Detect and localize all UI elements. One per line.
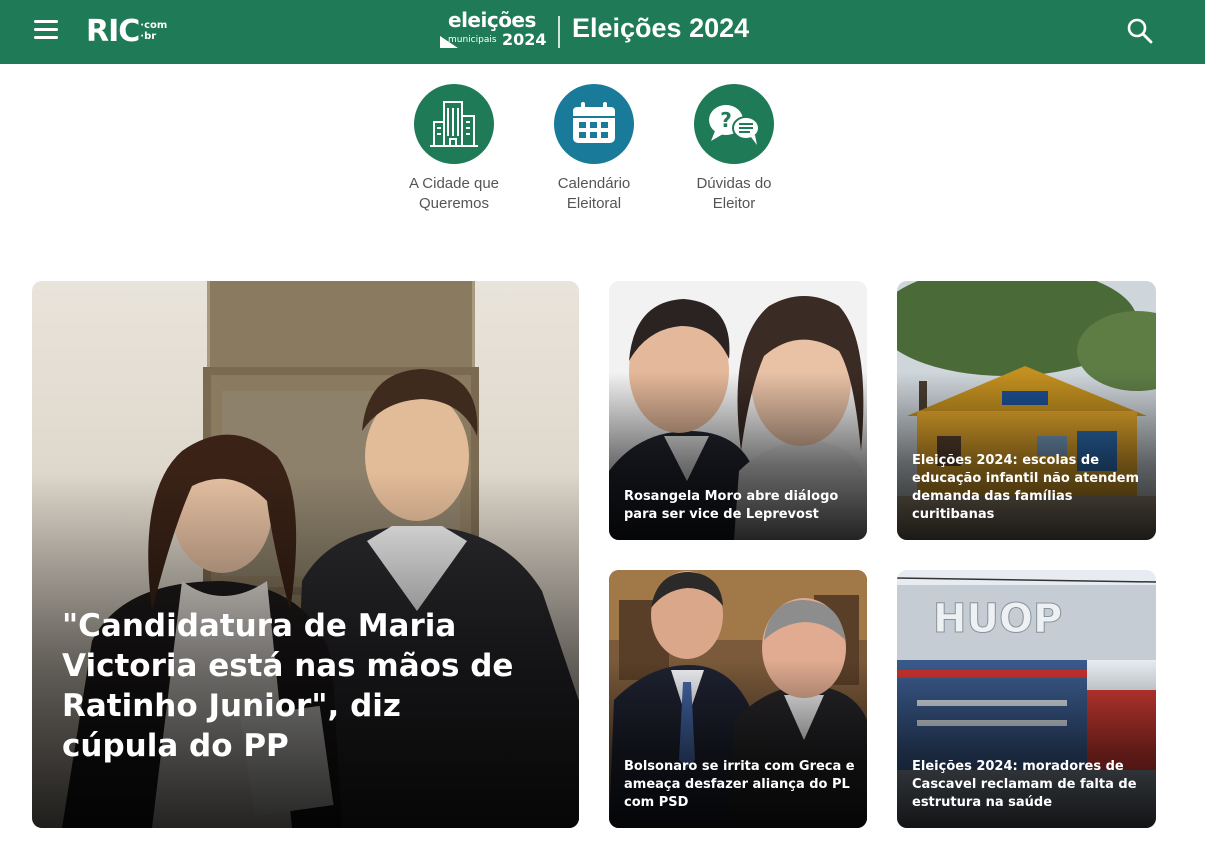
svg-text:?: ? xyxy=(720,108,732,132)
news-card[interactable]: Bolsonaro se irrita com Greca e ameaça d… xyxy=(609,570,867,828)
page-title[interactable]: Eleições 2024 xyxy=(572,13,749,44)
buildings-icon xyxy=(414,84,494,164)
news-title[interactable]: Eleições 2024: moradores de Cascavel rec… xyxy=(912,758,1144,812)
calendar-icon xyxy=(554,84,634,164)
logo-main: RIC xyxy=(86,14,140,49)
quick-link-duvidas[interactable]: ? Dúvidas do Eleitor xyxy=(664,84,804,214)
news-card[interactable]: Rosangela Moro abre diálogo para ser vic… xyxy=(609,281,867,540)
svg-text:HUOP: HUOP xyxy=(933,596,1062,642)
ric-logo[interactable]: RIC ·com ·br xyxy=(86,12,167,52)
quick-link-calendario[interactable]: Calendário Eleitoral xyxy=(524,84,664,214)
quick-link-label: Dúvidas do Eleitor xyxy=(696,175,772,212)
featured-news-card[interactable]: "Candidatura de Maria Victoria está nas … xyxy=(32,281,579,828)
logo-domain: ·com ·br xyxy=(140,20,168,42)
search-icon[interactable] xyxy=(1126,17,1154,45)
question-chat-icon: ? xyxy=(694,84,774,164)
brand-sub: municipais xyxy=(448,35,497,45)
brand-word: eleições xyxy=(448,8,536,32)
quick-link-cidade[interactable]: A Cidade que Queremos xyxy=(384,84,524,214)
site-header: RIC ·com ·br eleições municipais 2024 El… xyxy=(0,0,1205,64)
news-card[interactable]: Eleições 2024: escolas de educação infan… xyxy=(897,281,1156,540)
quick-link-label: A Cidade que Queremos xyxy=(408,175,500,212)
featured-news-title[interactable]: "Candidatura de Maria Victoria está nas … xyxy=(62,606,519,766)
news-card[interactable]: HUOP Eleições 2024: moradores de Cascave… xyxy=(897,570,1156,828)
brand-year: 2024 xyxy=(502,30,547,49)
news-title[interactable]: Bolsonaro se irrita com Greca e ameaça d… xyxy=(624,758,855,812)
quick-link-label: Calendário Eleitoral xyxy=(557,175,631,212)
news-title[interactable]: Eleições 2024: escolas de educação infan… xyxy=(912,452,1144,524)
eleicoes-municipais-logo[interactable]: eleições municipais 2024 xyxy=(440,8,550,56)
news-title[interactable]: Rosangela Moro abre diálogo para ser vic… xyxy=(624,488,855,524)
header-divider xyxy=(558,16,560,48)
hamburger-menu-icon[interactable] xyxy=(34,20,58,42)
